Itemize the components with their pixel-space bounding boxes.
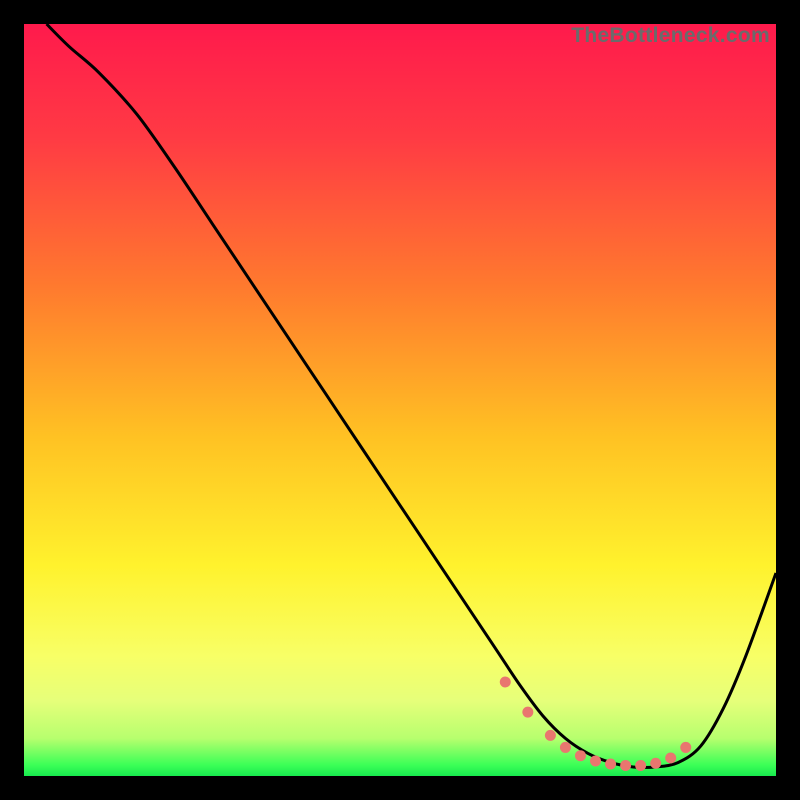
flat-dot [590, 755, 601, 766]
gradient-background [24, 24, 776, 776]
flat-dot [665, 752, 676, 763]
plot-area: TheBottleneck.com [24, 24, 776, 776]
flat-dot [522, 707, 533, 718]
flat-dot [650, 758, 661, 769]
flat-dot [620, 760, 631, 771]
flat-dot [575, 750, 586, 761]
flat-dot [560, 742, 571, 753]
flat-dot [500, 677, 511, 688]
chart-svg [24, 24, 776, 776]
flat-dot [605, 758, 616, 769]
flat-dot [680, 742, 691, 753]
watermark-text: TheBottleneck.com [571, 24, 770, 48]
flat-dot [635, 760, 646, 771]
flat-dot [545, 730, 556, 741]
chart-frame: TheBottleneck.com [0, 0, 800, 800]
